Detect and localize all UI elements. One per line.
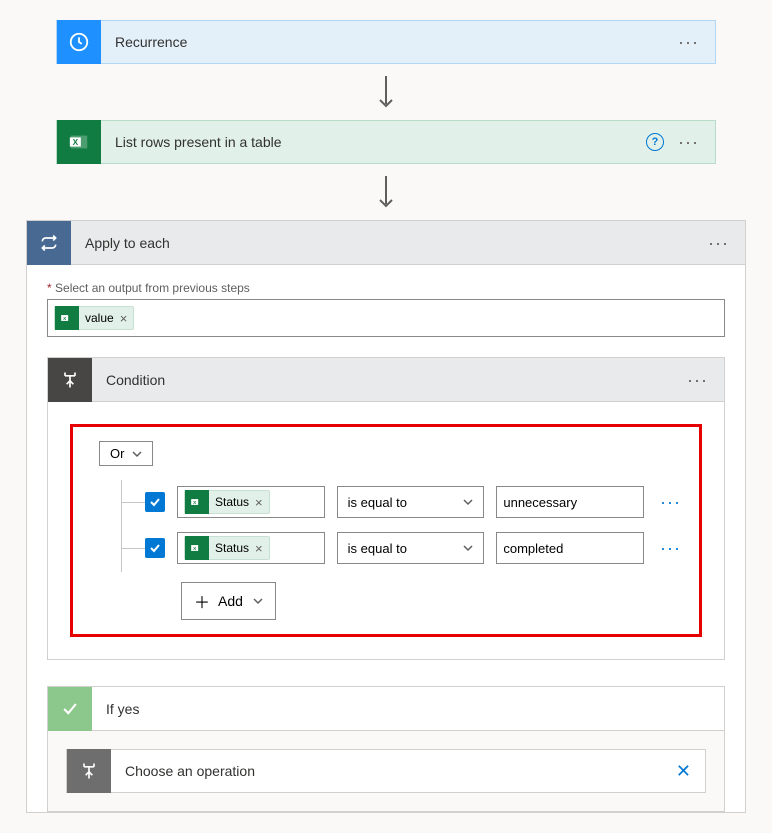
help-icon[interactable]: ? (646, 133, 664, 151)
arrow-connector (0, 164, 772, 220)
choose-operation-card[interactable]: Choose an operation ✕ (66, 749, 706, 793)
logic-operator-select[interactable]: Or (99, 441, 153, 466)
check-icon (48, 687, 92, 731)
excel-icon: X (57, 120, 101, 164)
arrow-connector (0, 64, 772, 120)
condition-card: Condition ··· Or (47, 357, 725, 660)
operation-icon (67, 749, 111, 793)
tree-connector (121, 548, 145, 549)
token-chip-status[interactable]: X Status × (184, 490, 270, 514)
condition-field-input[interactable]: X Status × (177, 532, 325, 564)
output-token-input[interactable]: X value × (47, 299, 725, 337)
step-title: Recurrence (101, 34, 678, 50)
more-icon[interactable]: ··· (678, 33, 699, 51)
excel-icon: X (185, 490, 209, 514)
condition-header[interactable]: Condition ··· (48, 358, 724, 402)
row-checkbox[interactable] (145, 492, 165, 512)
if-yes-header[interactable]: If yes (48, 687, 724, 731)
plus-icon: ＋ (194, 589, 210, 613)
chevron-down-icon (132, 449, 142, 459)
chevron-down-icon (253, 596, 263, 606)
token-chip-label: Status (215, 541, 249, 555)
close-icon[interactable]: ✕ (676, 761, 705, 782)
tree-line (121, 480, 122, 572)
condition-value-input[interactable]: unnecessary (496, 486, 644, 518)
more-icon[interactable]: ··· (678, 133, 699, 151)
remove-token-icon[interactable]: × (120, 311, 128, 326)
if-yes-card: If yes Choose an operation ✕ (47, 686, 725, 812)
token-chip-value[interactable]: X value × (54, 306, 134, 330)
step-title: If yes (92, 701, 724, 717)
tree-connector (121, 502, 145, 503)
apply-to-each-card: Apply to each ··· * Select an output fro… (26, 220, 746, 813)
remove-token-icon[interactable]: × (255, 541, 263, 556)
excel-icon: X (185, 536, 209, 560)
condition-highlight: Or (70, 424, 702, 637)
condition-operator-select[interactable]: is equal to (337, 532, 485, 564)
chevron-down-icon (463, 497, 473, 507)
step-title: Choose an operation (111, 763, 676, 779)
more-icon[interactable]: ··· (687, 371, 708, 389)
condition-operator-select[interactable]: is equal to (337, 486, 485, 518)
condition-row: X Status × is equal to (123, 486, 685, 518)
excel-icon: X (55, 306, 79, 330)
chevron-down-icon (463, 543, 473, 553)
recurrence-step[interactable]: Recurrence ··· (56, 20, 716, 64)
more-icon[interactable]: ··· (708, 234, 729, 252)
required-asterisk: * (47, 281, 52, 295)
list-rows-step[interactable]: X List rows present in a table ? ··· (56, 120, 716, 164)
svg-text:X: X (73, 138, 79, 147)
condition-value-input[interactable]: completed (496, 532, 644, 564)
row-checkbox[interactable] (145, 538, 165, 558)
condition-row: X Status × is equal to (123, 532, 685, 564)
token-chip-label: value (85, 311, 114, 325)
apply-to-each-header[interactable]: Apply to each ··· (27, 221, 745, 265)
row-more-icon[interactable]: ··· (656, 538, 685, 559)
step-title: List rows present in a table (101, 134, 646, 150)
remove-token-icon[interactable]: × (255, 495, 263, 510)
clock-icon (57, 20, 101, 64)
row-more-icon[interactable]: ··· (656, 492, 685, 513)
condition-icon (48, 358, 92, 402)
step-title: Condition (92, 372, 687, 388)
output-label: * Select an output from previous steps (47, 281, 725, 295)
token-chip-status[interactable]: X Status × (184, 536, 270, 560)
step-title: Apply to each (71, 235, 708, 251)
add-condition-button[interactable]: ＋ Add (181, 582, 276, 620)
token-chip-label: Status (215, 495, 249, 509)
loop-icon (27, 221, 71, 265)
condition-field-input[interactable]: X Status × (177, 486, 325, 518)
